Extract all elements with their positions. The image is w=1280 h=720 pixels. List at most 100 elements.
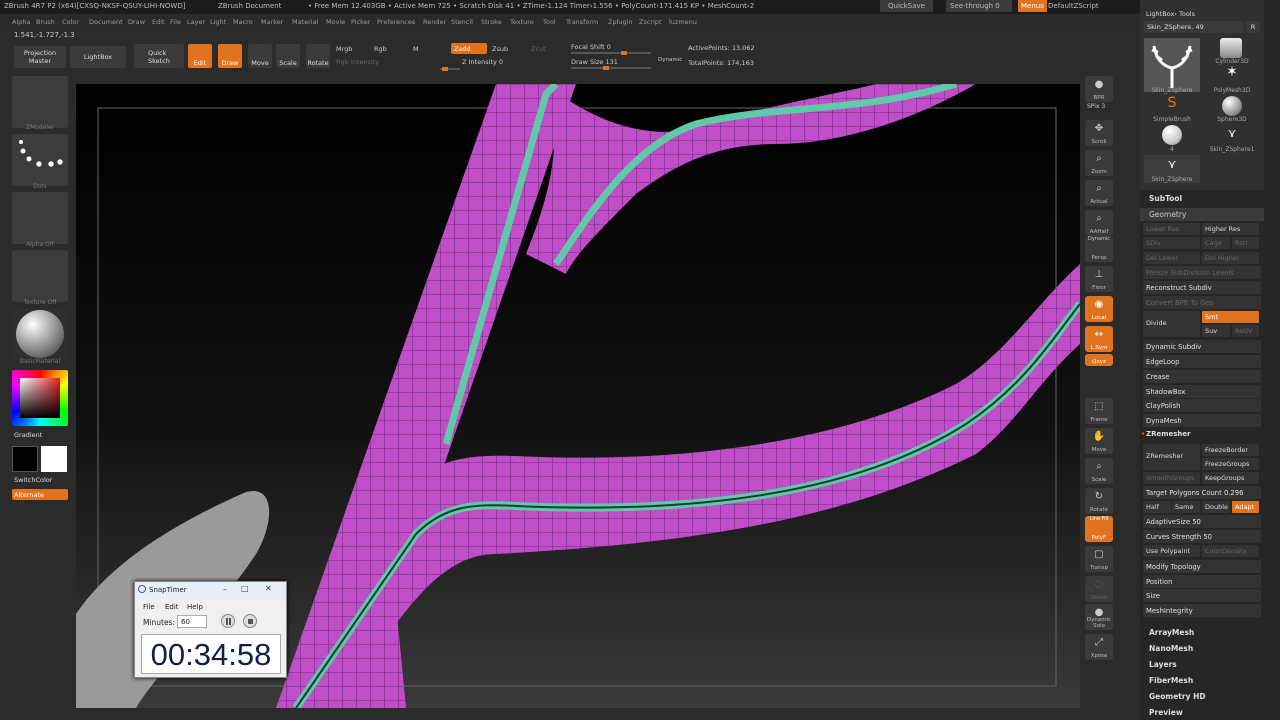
primary-color-swatch[interactable] <box>41 446 67 472</box>
reconstruct-subdiv-button[interactable]: Reconstruct Subdiv <box>1143 281 1261 294</box>
menu-draw[interactable]: Draw <box>128 18 145 26</box>
zcut-button[interactable]: Zcut <box>531 45 546 53</box>
default-zscript-button[interactable]: DefaultZScript <box>1048 2 1099 10</box>
menu-zscript[interactable]: Zscript <box>639 18 662 26</box>
sdiv-slider[interactable]: SDiv <box>1143 237 1200 249</box>
frame-button[interactable]: ⬚ Frame <box>1085 398 1113 424</box>
menu-stroke[interactable]: Stroke <box>481 18 502 26</box>
menu-marker[interactable]: Marker <box>261 18 283 26</box>
menu-zplugin[interactable]: Zplugin <box>608 18 633 26</box>
simplebrush-icon[interactable]: S <box>1144 95 1200 111</box>
move-button[interactable]: Move <box>248 44 272 68</box>
fibermesh-header[interactable]: FiberMesh <box>1149 676 1193 685</box>
double-button[interactable]: Double <box>1202 501 1230 513</box>
menu-movie[interactable]: Movie <box>326 18 345 26</box>
menu-layer[interactable]: Layer <box>187 18 205 26</box>
skin-zsphere1-icon[interactable]: ⋎ <box>1204 126 1260 140</box>
draw-button[interactable]: Draw <box>218 44 242 68</box>
sphere3d-icon[interactable] <box>1222 96 1242 116</box>
freeze-subdiv-button[interactable]: Freeze SubDivision Levels <box>1143 266 1261 279</box>
xpose-button[interactable]: ⤢ Xpose <box>1085 634 1113 660</box>
move-view-button[interactable]: ✋ Move <box>1085 428 1113 454</box>
ghost-button[interactable]: ◌ Ghost <box>1085 576 1113 602</box>
keep-groups-toggle[interactable]: KeepGroups <box>1202 472 1259 484</box>
convert-bpr-button[interactable]: Convert BPR To Geo <box>1143 296 1261 309</box>
rotate-view-button[interactable]: ↻ Rotate <box>1085 488 1113 514</box>
zadd-button[interactable]: Zadd <box>451 43 487 54</box>
subtool-header[interactable]: SubTool <box>1149 194 1182 203</box>
size-section[interactable]: Size <box>1143 589 1261 602</box>
material-thumbnail[interactable] <box>12 308 68 360</box>
crease-section[interactable]: Crease <box>1143 370 1261 383</box>
lightbox-button[interactable]: LightBox <box>70 46 126 68</box>
shadowbox-section[interactable]: ShadowBox <box>1143 385 1261 398</box>
dynamesh-section[interactable]: DynaMesh <box>1143 414 1261 427</box>
scale-view-button[interactable]: ⌕ Scale <box>1085 458 1113 484</box>
dynamic-button[interactable]: Dynamic <box>658 57 682 63</box>
snaptimer-menu-edit[interactable]: Edit <box>165 603 179 611</box>
menu-file[interactable]: File <box>170 18 181 26</box>
texture-thumbnail[interactable] <box>12 250 68 302</box>
quicksave-button[interactable]: QuickSave <box>880 0 933 12</box>
projection-master-button[interactable]: Projection Master <box>14 46 66 68</box>
adapt-toggle[interactable]: Adapt <box>1232 501 1259 513</box>
quick-sketch-button[interactable]: Quick Sketch <box>134 44 184 68</box>
menu-preferences[interactable]: Preferences <box>377 18 415 26</box>
tools-header[interactable]: LightBox› Tools <box>1146 10 1195 18</box>
spix-slider[interactable]: SPix 3 <box>1087 103 1105 110</box>
rgb-button[interactable]: Rgb <box>374 45 387 53</box>
zoom-button[interactable]: ⌕ Zoom <box>1085 150 1113 176</box>
snaptimer-titlebar[interactable]: SnapTimer – □ ✕ <box>135 582 286 598</box>
preview-header[interactable]: Preview <box>1149 708 1183 717</box>
target-polygons-slider[interactable]: Target Polygons Count 0.296 <box>1143 486 1261 499</box>
zremesher-header[interactable]: ZRemesher <box>1146 430 1191 438</box>
smooth-groups-slider[interactable]: SmoothGroups <box>1143 472 1200 484</box>
pause-button[interactable] <box>221 614 235 628</box>
brush-thumbnail[interactable] <box>12 76 68 128</box>
menu-render[interactable]: Render <box>423 18 446 26</box>
polymesh3d-icon[interactable]: ✶ <box>1204 64 1260 80</box>
color-density-slider[interactable]: ColorDensity <box>1202 545 1259 557</box>
edgeloop-section[interactable]: EdgeLoop <box>1143 355 1261 368</box>
r-button[interactable]: R <box>1246 21 1260 33</box>
see-through-slider[interactable]: See-through 0 <box>946 0 1012 12</box>
minimize-icon[interactable]: – <box>223 585 227 594</box>
color-picker[interactable] <box>12 370 68 426</box>
edit-button[interactable]: Edit <box>188 44 212 68</box>
menus-button[interactable]: Menus <box>1018 0 1047 12</box>
smt-toggle[interactable]: Smt <box>1202 311 1259 323</box>
menu-picker[interactable]: Picker <box>351 18 370 26</box>
use-polypaint-toggle[interactable]: Use Polypaint <box>1143 545 1200 557</box>
alpha-thumbnail[interactable] <box>12 192 68 244</box>
local-button[interactable]: ◉ Local <box>1085 296 1113 322</box>
m-button[interactable]: M <box>413 45 419 53</box>
cage-button[interactable]: Cage <box>1202 237 1230 249</box>
geometry-header[interactable]: Geometry <box>1149 210 1186 219</box>
del-lower-button[interactable]: Del Lower <box>1143 252 1200 264</box>
aahalf-button[interactable]: ⌕ AAHalf <box>1085 210 1113 236</box>
floor-button[interactable]: ⊥ Floor <box>1085 266 1113 292</box>
menu-edit[interactable]: Edit <box>152 18 165 26</box>
secondary-color-swatch[interactable] <box>12 446 38 472</box>
position-section[interactable]: Position <box>1143 575 1261 588</box>
menu-tool[interactable]: Tool <box>543 18 556 26</box>
cylinder3d-icon[interactable] <box>1220 38 1242 58</box>
zremesher-button[interactable]: ZRemesher <box>1143 444 1200 470</box>
menu-luzmenu[interactable]: luzmenu <box>669 18 697 26</box>
polyf-button[interactable]: Line Fill PolyF <box>1085 516 1113 542</box>
close-icon[interactable]: ✕ <box>265 584 272 593</box>
adaptive-size-slider[interactable]: AdaptiveSize 50 <box>1143 515 1261 528</box>
mrgb-button[interactable]: Mrgb <box>336 45 352 53</box>
menu-texture[interactable]: Texture <box>510 18 534 26</box>
xyz-button[interactable]: Qxyz <box>1085 354 1113 366</box>
rgb-intensity-slider[interactable]: Rgb Intensity <box>336 58 379 66</box>
rotate-button[interactable]: Rotate <box>306 44 330 68</box>
mesh-integrity-section[interactable]: MeshIntegrity <box>1143 604 1261 617</box>
freeze-border-toggle[interactable]: FreezeBorder <box>1202 444 1259 456</box>
draw-size-slider[interactable]: Draw Size 131 <box>571 58 618 66</box>
layers-header[interactable]: Layers <box>1149 660 1177 669</box>
solo-button[interactable]: ● Dynamic Solo <box>1085 604 1113 630</box>
menu-alpha[interactable]: Alpha <box>12 18 30 26</box>
transp-button[interactable]: ▢ Transp <box>1085 546 1113 572</box>
arraymesh-header[interactable]: ArrayMesh <box>1149 628 1194 637</box>
